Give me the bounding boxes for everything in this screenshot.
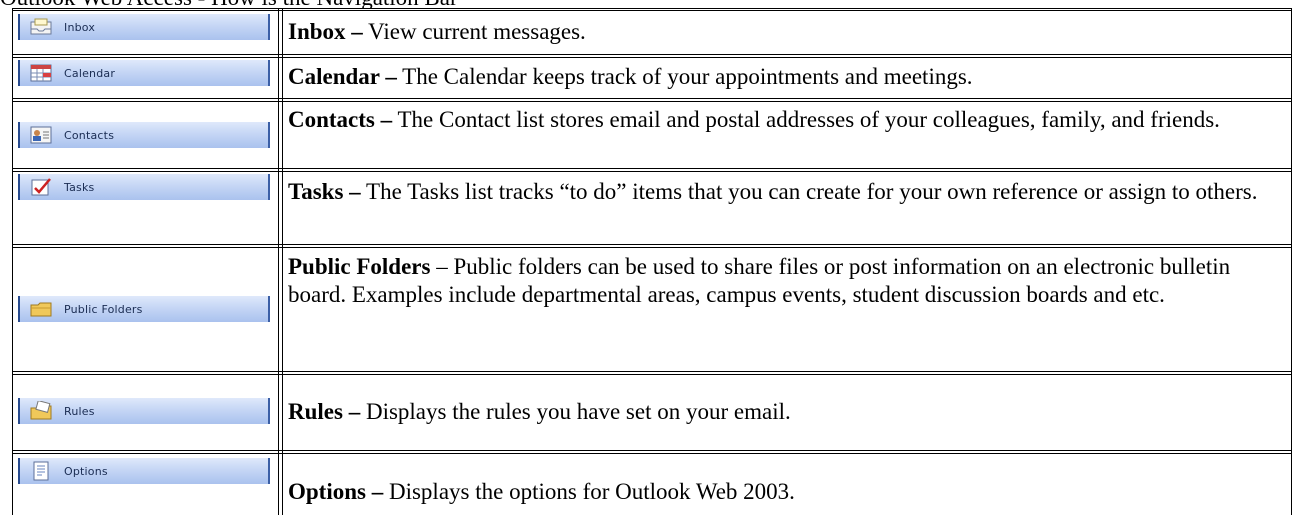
- table-row-public-folders: Public Folders Public Folders – Public f…: [12, 248, 1292, 371]
- options-button-label: Options: [64, 464, 108, 478]
- term: Tasks –: [288, 179, 361, 204]
- button-cell: Contacts: [12, 102, 278, 168]
- term: Inbox –: [288, 19, 363, 44]
- contacts-icon: [28, 125, 54, 145]
- public-folders-button[interactable]: Public Folders: [18, 296, 270, 322]
- rules-icon: [28, 401, 54, 421]
- description: Displays the options for Outlook Web 200…: [383, 479, 795, 504]
- row-separator: [12, 244, 1292, 245]
- description-cell: Rules – Displays the rules you have set …: [288, 398, 1284, 426]
- button-cell: Tasks: [12, 172, 278, 244]
- term: Calendar –: [288, 64, 397, 89]
- calendar-button[interactable]: Calendar: [18, 60, 270, 86]
- button-cell: Options: [12, 454, 278, 515]
- table-row-inbox: Inbox Inbox – View current messages.: [12, 11, 1292, 54]
- description-cell: Tasks – The Tasks list tracks “to do” it…: [288, 178, 1284, 206]
- table-row-tasks: Tasks Tasks – The Tasks list tracks “to …: [12, 172, 1292, 244]
- public-folders-button-label: Public Folders: [64, 302, 143, 316]
- description-cell: Contacts – The Contact list stores email…: [288, 106, 1284, 134]
- inbox-button-label: Inbox: [64, 20, 96, 34]
- description-cell: Inbox – View current messages.: [288, 18, 1284, 46]
- description-cell: Public Folders – Public folders can be u…: [288, 253, 1284, 309]
- button-cell: Calendar: [12, 58, 278, 98]
- inbox-icon: [28, 17, 54, 37]
- button-cell: Public Folders: [12, 248, 278, 371]
- description-cell: Options – Displays the options for Outlo…: [288, 478, 1284, 506]
- options-icon: [28, 461, 54, 481]
- calendar-icon: [28, 63, 54, 83]
- rules-button-label: Rules: [64, 404, 95, 418]
- tasks-button-label: Tasks: [64, 180, 95, 194]
- term: Contacts –: [288, 107, 393, 132]
- term: Public Folders: [288, 254, 431, 279]
- inbox-button[interactable]: Inbox: [18, 14, 270, 40]
- row-separator: [12, 98, 1292, 99]
- contacts-button[interactable]: Contacts: [18, 122, 270, 148]
- description: – Public folders can be used to share fi…: [288, 254, 1231, 307]
- table-row-rules: Rules Rules – Displays the rules you hav…: [12, 375, 1292, 450]
- description: The Contact list stores email and postal…: [392, 107, 1220, 132]
- table-row-options: Options Options – Displays the options f…: [12, 454, 1292, 515]
- tasks-button[interactable]: Tasks: [18, 174, 270, 200]
- row-separator: [12, 8, 1292, 9]
- rules-button[interactable]: Rules: [18, 398, 270, 424]
- table-row-contacts: Contacts Contacts – The Contact list sto…: [12, 102, 1292, 168]
- term: Options –: [288, 479, 384, 504]
- calendar-button-label: Calendar: [64, 66, 116, 80]
- description-cell: Calendar – The Calendar keeps track of y…: [288, 63, 1284, 91]
- button-cell: Inbox: [12, 11, 278, 54]
- row-separator: [12, 371, 1292, 372]
- term: Rules –: [288, 399, 361, 424]
- description: The Tasks list tracks “to do” items that…: [360, 179, 1258, 204]
- row-separator: [12, 168, 1292, 169]
- description: The Calendar keeps track of your appoint…: [396, 64, 973, 89]
- public-folders-icon: [28, 299, 54, 319]
- description: View current messages.: [362, 19, 586, 44]
- tasks-icon: [28, 177, 54, 197]
- contacts-button-label: Contacts: [64, 128, 115, 142]
- cut-off-heading: Outlook Web Access - How is the Navigati…: [0, 0, 820, 8]
- row-separator: [12, 54, 1292, 55]
- description: Displays the rules you have set on your …: [360, 399, 791, 424]
- options-button[interactable]: Options: [18, 458, 270, 484]
- row-separator: [12, 450, 1292, 451]
- navigation-bar-table: Inbox Inbox – View current messages. Cal…: [12, 8, 1292, 515]
- button-cell: Rules: [12, 375, 278, 450]
- table-row-calendar: Calendar Calendar – The Calendar keeps t…: [12, 58, 1292, 98]
